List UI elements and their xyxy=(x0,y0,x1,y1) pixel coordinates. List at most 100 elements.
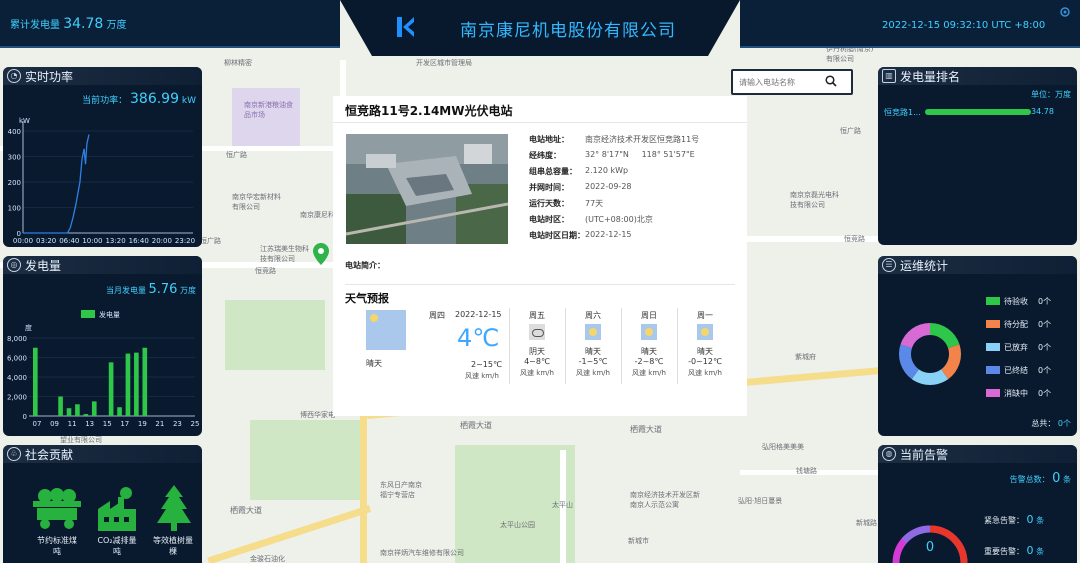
map-label: 南京京磊光电科技有限公司 xyxy=(790,191,839,209)
legend-swatch xyxy=(81,310,95,318)
station-search-box[interactable] xyxy=(731,69,853,95)
energy-panel: ◎ 发电量 当月发电量 5.76 万度 发电量度 0 2,000 4,000 6,000… xyxy=(3,256,202,436)
map-label: 南京经济技术开发区新南京人示范公寓 xyxy=(630,491,700,509)
map-label: 开发区城市管理局 xyxy=(416,59,472,67)
x-tick-label: 20:00 xyxy=(152,237,172,245)
map-label: 太平山 xyxy=(552,501,573,509)
station-field-label: 并网时间： xyxy=(529,183,569,192)
energy-bar[interactable] xyxy=(125,353,131,416)
energy-icon: ◎ xyxy=(7,258,21,272)
x-tick-label: 15 xyxy=(103,420,112,428)
today-condition: 晴天 xyxy=(366,359,382,368)
energy-bar[interactable] xyxy=(91,401,97,416)
panel-title: 发电量排名 xyxy=(900,70,961,84)
map-label: 南京祥炳汽车维修有限公司 xyxy=(380,549,464,557)
forecast-weekday: 周日 xyxy=(641,311,657,320)
urgent-alarm: 紧急告警： 0 条 xyxy=(984,513,1045,526)
forecast-weekday: 周五 xyxy=(529,311,545,320)
energy-bar[interactable] xyxy=(75,404,80,416)
alarm-ring-chart[interactable]: 0 xyxy=(884,497,976,563)
energy-bar[interactable] xyxy=(66,408,72,416)
forecast-range: -1~5℃ xyxy=(578,357,608,366)
sun-icon xyxy=(641,324,657,340)
legend-swatch xyxy=(986,320,1000,328)
legend-swatch xyxy=(986,389,1000,397)
forecast-wind: 风速 km/h xyxy=(520,369,554,377)
month-energy-unit: 万度 xyxy=(180,286,196,295)
map-marker-icon[interactable] xyxy=(313,243,329,265)
y-axis-label: 度 xyxy=(25,323,32,332)
energy-bar[interactable] xyxy=(134,352,139,416)
panel-title: 实时功率 xyxy=(25,70,74,84)
today-weekday: 周四 xyxy=(429,311,445,320)
ops-legend-count: 0个 xyxy=(1038,343,1052,352)
map-label: 新城市 xyxy=(628,537,649,545)
current-power-unit: kW xyxy=(181,96,196,106)
realtime-power-chart[interactable]: kW010020030040000:00 03:20 06:40 10:00 13:20… xyxy=(3,111,202,247)
map-label: 柳林精密 xyxy=(224,59,252,67)
y-axis-label: kW xyxy=(19,117,30,125)
donut-slice[interactable] xyxy=(911,369,949,385)
donut-slice[interactable] xyxy=(900,323,931,349)
y-tick-label: 6,000 xyxy=(7,355,27,363)
x-tick-label: 25 xyxy=(191,420,200,428)
station-search-input[interactable] xyxy=(737,74,827,90)
search-icon[interactable] xyxy=(825,75,837,87)
x-tick-label: 23:20 xyxy=(175,237,195,245)
station-field-value: (UTC+08:00)北京 xyxy=(585,215,653,224)
forecast-wind: 风速 km/h xyxy=(576,369,610,377)
x-tick-label: 23 xyxy=(173,420,182,428)
power-series-line[interactable] xyxy=(23,134,90,234)
ranking-station-name[interactable]: 恒竞路1... xyxy=(884,107,921,118)
station-field-value: 2.120 kWp xyxy=(585,166,629,175)
forecast-weekday: 周六 xyxy=(585,311,601,320)
station-name: 恒竞路11号2.14MW光伏电站 xyxy=(345,104,513,118)
settings-gear-icon[interactable] xyxy=(1058,5,1072,19)
energy-bar[interactable] xyxy=(108,362,114,416)
sun-icon xyxy=(366,310,406,350)
map-label: 紫城府 xyxy=(795,353,816,361)
ranking-bar-track xyxy=(925,109,1031,115)
map-label: 栖霞大道 xyxy=(630,425,662,434)
factory-icon xyxy=(98,487,136,531)
ops-legend-item[interactable]: 待验收 0个 xyxy=(986,296,1066,308)
station-field-value: 77天 xyxy=(585,199,604,208)
company-logo-icon xyxy=(397,17,414,37)
donut-slice[interactable] xyxy=(929,323,960,349)
x-tick-label: 13 xyxy=(85,420,94,428)
donut-slice[interactable] xyxy=(899,344,920,380)
social-item-label: 等效植树量棵 xyxy=(153,536,193,556)
energy-bar-chart[interactable]: 发电量度 0 2,000 4,000 6,000 8,000 07 09 11 13 15 17 19 2… xyxy=(3,304,202,436)
social-item-label: CO₂减排量吨 xyxy=(97,536,137,556)
energy-bar[interactable] xyxy=(117,407,122,416)
legend-swatch xyxy=(986,297,1000,305)
station-field-row: 电站时区： (UTC+08:00)北京 xyxy=(529,214,739,228)
station-info-card: 恒竞路11号2.14MW光伏电站 电站地址： 南京经济技术开发区恒竞路11号 经纬度… xyxy=(333,96,747,416)
energy-bar[interactable] xyxy=(142,347,148,416)
forecast-condition: 晴天 xyxy=(641,347,657,356)
forecast-weekday: 周一 xyxy=(697,311,713,320)
ops-legend-item[interactable]: 消缺中 0个 xyxy=(986,388,1066,400)
ops-legend-item[interactable]: 已终结 0个 xyxy=(986,365,1066,377)
energy-bar[interactable] xyxy=(83,414,89,416)
ops-donut-chart[interactable] xyxy=(898,322,962,386)
y-tick-label: 4,000 xyxy=(7,374,27,382)
alarm-bell-icon: ◍ xyxy=(882,447,896,461)
donut-slice[interactable] xyxy=(940,344,961,380)
energy-bar[interactable] xyxy=(33,347,38,416)
ops-legend-item[interactable]: 待分配 0个 xyxy=(986,319,1066,331)
x-tick-label: 10:00 xyxy=(82,237,102,245)
ops-legend-item[interactable]: 已放弃 0个 xyxy=(986,342,1066,354)
weather-title: 天气预报 xyxy=(345,292,389,305)
legend-label: 发电量 xyxy=(99,310,120,319)
ranking-icon: ▥ xyxy=(882,69,896,83)
map-label: 恒广路 xyxy=(840,127,861,135)
map-label: 恒竞路 xyxy=(844,235,865,243)
forecast-day: 周六 晴天 -1~5℃ 风速 km/h xyxy=(565,308,620,384)
energy-bar[interactable] xyxy=(58,396,63,417)
map-label: 恒竞路 xyxy=(255,267,276,275)
station-field-row: 电站地址： 南京经济技术开发区恒竞路11号 xyxy=(529,134,739,148)
x-tick-label: 03:20 xyxy=(36,237,56,245)
alarm-center-value: 0 xyxy=(926,540,934,555)
map-label: 南京新港粮油食品市场 xyxy=(244,101,293,119)
